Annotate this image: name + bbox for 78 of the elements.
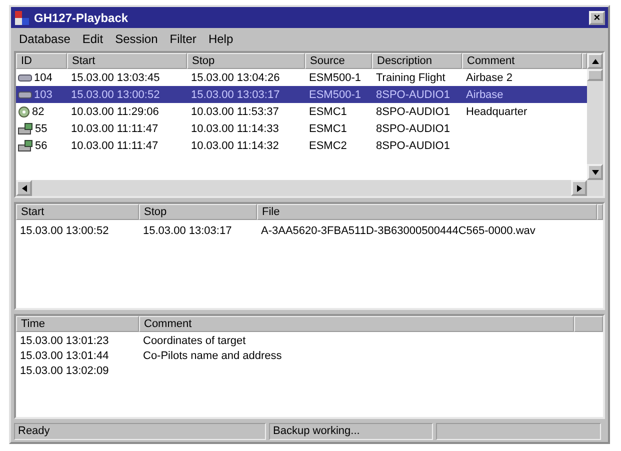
table-cell: 56 (35, 140, 48, 152)
session-row[interactable]: 103 15.03.00 13:00:52 15.03.00 13:03:17 ESM500-1 8SPO-AUDIO1 Airbase (16, 86, 587, 104)
table-cell-text: 15.03.00 13:03:17 (142, 224, 233, 237)
status-text: Backup working... (269, 422, 433, 440)
table-cell-text: 8SPO-AUDIO1 (375, 140, 451, 152)
table-cell-text: 10.03.00 11:11:47 (70, 122, 160, 135)
horizontal-scrollbar[interactable] (16, 180, 603, 196)
column-header[interactable]: File (257, 204, 597, 220)
table-cell-text: Headquarter (465, 106, 528, 118)
table-cell: 82 (32, 106, 44, 118)
up-arrow-icon (592, 58, 598, 64)
device-icon (18, 140, 33, 152)
table-cell-text: 15.03.00 13:02:09 (19, 365, 110, 378)
table-cell-text: ESMC1 (308, 122, 348, 135)
scroll-up-button[interactable] (587, 53, 603, 70)
column-header[interactable]: Comment (139, 316, 574, 332)
table-cell-text: 10.03.00 11:29:06 (70, 106, 160, 118)
column-header[interactable]: Comment (462, 53, 582, 70)
close-button[interactable]: × (589, 10, 605, 24)
disc-icon (18, 106, 30, 118)
menu-item[interactable]: Session (111, 32, 162, 46)
table-cell-text: 15.03.00 13:01:44 (19, 350, 110, 362)
column-header[interactable]: Stop (187, 53, 305, 70)
session-row[interactable]: 55 10.03.00 11:11:47 10.03.00 11:14:33 ESMC1 8SPO-AUDIO1 (16, 120, 587, 138)
session-row[interactable]: 104 15.03.00 13:03:45 15.03.00 13:04:26 ESM500-1 Training Flight Airbase 2 (16, 69, 587, 86)
table-cell-text: ESM500-1 (308, 72, 362, 84)
table-cell-text: 15.03.00 13:03:45 (70, 72, 161, 84)
table-cell-text: ESM500-1 (308, 88, 362, 101)
table-cell-text: Airbase 2 (465, 72, 514, 84)
table-cell-text: 15.03.00 13:03:17 (190, 88, 281, 101)
table-cell-text: 10.03.00 11:14:33 (190, 122, 280, 135)
table-cell-text: 8SPO-AUDIO1 (375, 122, 451, 135)
table-cell: 55 (35, 122, 48, 135)
scroll-right-button[interactable] (571, 180, 587, 196)
column-header[interactable]: Stop (139, 204, 257, 220)
vertical-scrollbar[interactable] (587, 53, 603, 180)
table-cell-text: A-3AA5620-3FBA511D-3B63000500444C565-0000.wav (260, 224, 536, 237)
table-cell-text: 15.03.00 13:04:26 (190, 72, 281, 84)
table-cell-text: Airbase (465, 88, 504, 101)
column-header[interactable]: Start (67, 53, 187, 70)
column-header[interactable]: Time (16, 316, 139, 332)
table-cell-text: 15.03.00 13:00:52 (19, 224, 110, 237)
column-header[interactable]: Source (305, 53, 372, 70)
device-icon (18, 122, 33, 135)
column-header[interactable]: ID (16, 53, 67, 70)
menu-item[interactable]: Filter (166, 32, 200, 46)
column-header[interactable]: Description (372, 53, 462, 70)
table-cell-text: 15.03.00 13:01:23 (19, 335, 110, 348)
table-cell: 104 (34, 72, 52, 84)
menu-item[interactable]: Database (15, 32, 74, 46)
window-title: GH127-Playback (34, 10, 130, 24)
column-header[interactable]: Start (16, 204, 139, 220)
table-cell: 103 (34, 88, 52, 101)
status-text: Ready (14, 422, 266, 440)
table-cell-text: ESMC2 (308, 140, 348, 152)
scroll-down-button[interactable] (587, 164, 603, 180)
table-cell-text: Training Flight (375, 72, 446, 84)
menu-item[interactable]: Edit (78, 32, 108, 46)
table-cell-text: ESMC1 (308, 106, 348, 118)
tape-icon (18, 90, 32, 99)
session-row[interactable]: 82 10.03.00 11:29:06 10.03.00 11:53:37 ESMC1 8SPO-AUDIO1 Headquarter (16, 103, 587, 120)
session-row[interactable]: 56 10.03.00 11:11:47 10.03.00 11:14:32 ESMC2 8SPO-AUDIO1 (16, 137, 587, 154)
app-icon (14, 10, 30, 26)
table-cell-text: Coordinates of target (142, 335, 247, 348)
table-cell-text: 8SPO-AUDIO1 (375, 106, 451, 118)
scroll-left-button[interactable] (16, 180, 32, 196)
menu-item[interactable]: Help (204, 32, 238, 46)
table-cell-text: Co-Pilots name and address (142, 350, 283, 362)
left-arrow-icon (22, 184, 26, 192)
table-cell-text: 8SPO-AUDIO1 (375, 88, 451, 101)
tape-icon (18, 74, 32, 82)
down-arrow-icon (592, 170, 598, 175)
table-cell-text: 10.03.00 11:53:37 (190, 106, 280, 118)
table-cell-text: 15.03.00 13:00:52 (70, 88, 161, 101)
scroll-thumb[interactable] (587, 69, 603, 82)
table-cell-text: 10.03.00 11:11:47 (70, 140, 160, 152)
table-cell-text: 10.03.00 11:14:32 (190, 140, 280, 152)
right-arrow-icon (576, 184, 582, 192)
